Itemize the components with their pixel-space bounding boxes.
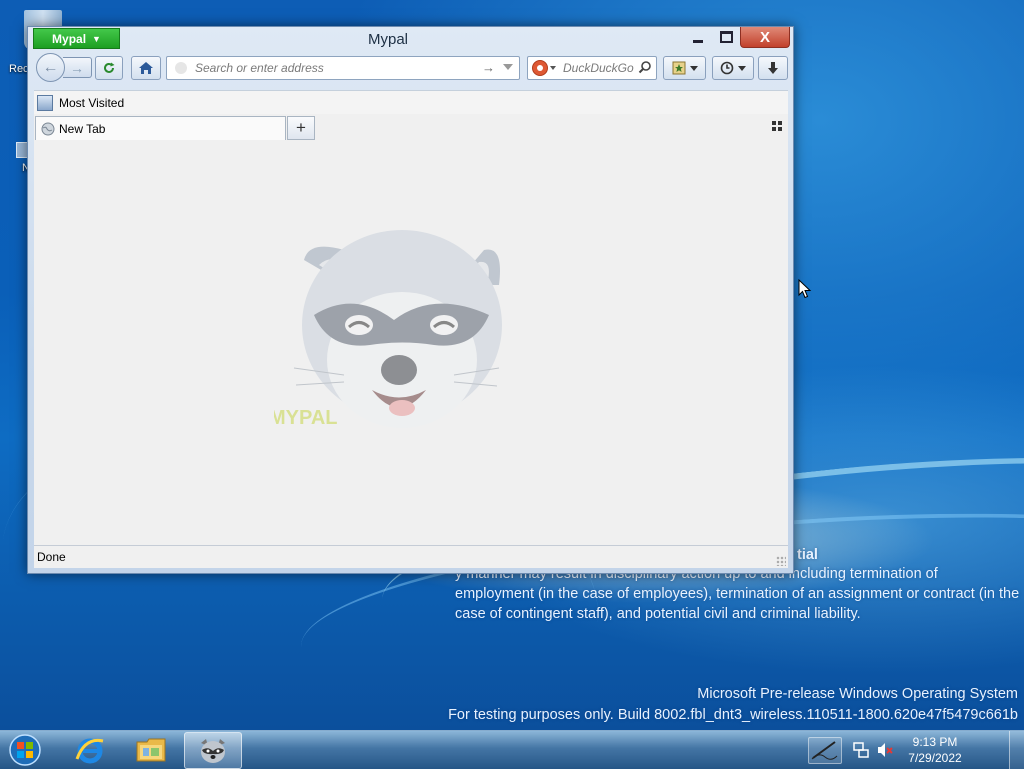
window-title: Mypal xyxy=(368,31,409,48)
home-icon xyxy=(139,62,153,74)
build-watermark-line1: Microsoft Pre-release Windows Operating … xyxy=(697,686,1018,702)
dropdown-arrow-icon[interactable] xyxy=(503,64,513,70)
grid-dot xyxy=(772,121,776,125)
confidential-heading: tial xyxy=(797,547,818,563)
build-watermark-line2: For testing purposes only. Build 8002.fb… xyxy=(448,707,1018,723)
go-arrow-icon[interactable]: → xyxy=(482,60,495,75)
globe-icon xyxy=(41,122,55,135)
resize-grip-icon[interactable] xyxy=(776,556,786,566)
build-watermark: Microsoft Pre-release Windows Operating … xyxy=(448,684,1018,725)
desktop-icon-label: Rec xyxy=(9,63,29,75)
search-input[interactable] xyxy=(561,60,643,76)
minimize-button[interactable] xyxy=(684,27,712,47)
clock-time: 9:13 PM xyxy=(912,735,958,749)
bookmarks-toolbar: Most Visited xyxy=(34,90,788,115)
tab-new-tab[interactable]: New Tab xyxy=(35,116,286,140)
status-text: Done xyxy=(37,550,66,564)
app-menu-button[interactable]: Mypal ▼ xyxy=(33,28,120,49)
close-icon: X xyxy=(759,28,770,46)
show-desktop-button[interactable] xyxy=(1009,731,1024,769)
pen-icon xyxy=(811,741,838,760)
arrow-right-icon: → xyxy=(70,59,84,76)
pen-input-icon[interactable] xyxy=(808,737,842,764)
new-tab-button[interactable]: + xyxy=(287,116,315,140)
page-identity-icon xyxy=(175,62,187,74)
network-icon[interactable] xyxy=(852,741,870,759)
forward-button[interactable]: → xyxy=(63,57,92,78)
address-bar[interactable]: → xyxy=(166,56,520,80)
tab-strip: New Tab + xyxy=(34,114,788,141)
reload-icon xyxy=(104,62,115,73)
page-content: MYPAL xyxy=(34,140,788,545)
chevron-down-icon[interactable] xyxy=(550,66,556,70)
back-button[interactable]: ← xyxy=(36,53,65,82)
back-forward-group: → ← xyxy=(36,53,92,82)
search-icon[interactable] xyxy=(638,60,652,74)
tab-groups-button[interactable] xyxy=(772,121,782,131)
app-menu-label: Mypal xyxy=(52,31,87,46)
grid-dot xyxy=(778,127,782,131)
download-arrow-icon xyxy=(768,62,778,74)
chevron-down-icon: ▼ xyxy=(92,33,101,44)
folder-icon xyxy=(136,738,166,761)
taskbar-item-internet-explorer[interactable] xyxy=(62,732,118,767)
tab-label: New Tab xyxy=(59,121,106,136)
volume-muted-icon[interactable] xyxy=(876,741,894,759)
minimize-icon xyxy=(693,39,703,43)
folder-icon xyxy=(37,95,53,111)
downloads-button[interactable] xyxy=(758,56,788,80)
clock-icon xyxy=(720,61,734,75)
grid-dot xyxy=(772,127,776,131)
bookmark-label: Most Visited xyxy=(59,96,125,110)
nav-toolbar: → ← → xyxy=(34,53,788,83)
raccoon-icon xyxy=(201,738,225,763)
search-bar[interactable] xyxy=(527,56,657,80)
arrow-left-icon: ← xyxy=(42,58,59,76)
clock-date: 7/29/2022 xyxy=(908,751,962,765)
plus-icon: + xyxy=(296,118,306,137)
home-button[interactable] xyxy=(131,56,161,80)
ie-icon xyxy=(75,738,104,763)
chevron-down-icon xyxy=(738,65,746,71)
mouse-pointer-icon xyxy=(798,279,812,299)
status-bar: Done xyxy=(34,545,788,568)
bookmarks-menu-button[interactable] xyxy=(663,56,706,80)
chevron-down-icon xyxy=(689,65,698,71)
taskbar-item-mypal[interactable] xyxy=(184,732,242,769)
history-button[interactable] xyxy=(712,56,754,80)
taskbar: 9:13 PM 7/29/2022 xyxy=(0,730,1024,769)
start-button[interactable] xyxy=(5,732,47,768)
maximize-icon xyxy=(719,31,733,43)
system-clock[interactable]: 9:13 PM 7/29/2022 xyxy=(900,734,970,766)
taskbar-item-windows-explorer[interactable] xyxy=(123,732,179,767)
close-button[interactable]: X xyxy=(740,27,790,48)
logo-wordmark: MYPAL xyxy=(274,407,338,429)
windows-orb-icon xyxy=(9,734,41,766)
raccoon-logo-icon: MYPAL xyxy=(274,230,502,429)
address-input[interactable] xyxy=(193,60,477,76)
maximize-button[interactable] xyxy=(712,27,740,47)
duckduckgo-icon[interactable] xyxy=(532,60,548,76)
bookmark-most-visited[interactable]: Most Visited xyxy=(37,95,124,111)
reload-button[interactable] xyxy=(95,56,123,80)
browser-window: Mypal ▼ Mypal X → ← Search or enter addr… xyxy=(27,26,794,574)
bookmark-star-icon xyxy=(672,61,685,75)
grid-dot xyxy=(778,121,782,125)
